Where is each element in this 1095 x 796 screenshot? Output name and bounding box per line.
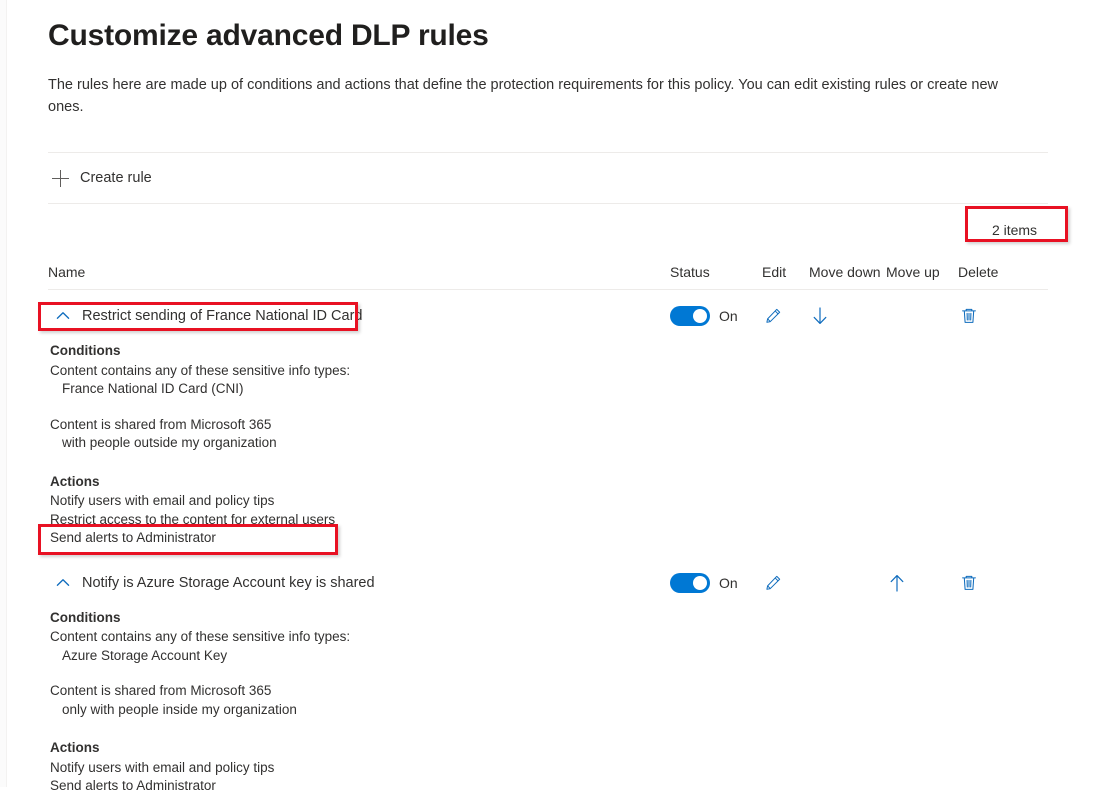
items-count: 2 items [963, 212, 1066, 248]
condition-line: Content contains any of these sensitive … [50, 628, 1048, 647]
rule-move-up-cell [886, 301, 958, 331]
move-down-button[interactable] [809, 305, 831, 327]
trash-icon [960, 574, 978, 592]
action-line: Notify users with email and policy tips [50, 492, 1048, 511]
rule-name-label: Notify is Azure Storage Account key is s… [82, 575, 375, 591]
rule-delete-cell [958, 568, 1012, 598]
trash-icon [960, 307, 978, 325]
dlp-rules-page: Customize advanced DLP rules The rules h… [48, 0, 1048, 796]
actions-heading: Actions [50, 473, 1048, 492]
rule-name-cell: Notify is Azure Storage Account key is s… [48, 568, 670, 598]
condition-line: Content is shared from Microsoft 365 [50, 416, 1048, 435]
column-header-move-down: Move down [809, 264, 886, 280]
toggle-knob [693, 576, 707, 590]
pencil-icon [764, 574, 782, 592]
spacer [50, 399, 1048, 416]
toggle-knob [693, 309, 707, 323]
rule-expander-toggle[interactable]: Restrict sending of France National ID C… [48, 305, 372, 327]
rule-details: Conditions Content contains any of these… [48, 604, 1048, 796]
delete-button[interactable] [958, 572, 980, 594]
chevron-up-icon [56, 576, 70, 590]
table-header-row: Name Status Edit Move down Move up Delet… [48, 250, 1048, 280]
condition-line: Azure Storage Account Key [50, 647, 1048, 666]
rule-delete-cell [958, 301, 1012, 331]
rule-name-cell: Restrict sending of France National ID C… [48, 301, 670, 331]
action-line: Send alerts to Administrator [50, 529, 1048, 548]
items-count-row: 2 items [48, 204, 1048, 250]
conditions-heading: Conditions [50, 609, 1048, 628]
action-line: Restrict access to the content for exter… [50, 511, 1048, 530]
delete-button[interactable] [958, 305, 980, 327]
rule-move-down-cell [809, 568, 886, 598]
rules-table: Name Status Edit Move down Move up Delet… [48, 250, 1048, 796]
condition-line: Content is shared from Microsoft 365 [50, 682, 1048, 701]
column-header-delete: Delete [958, 264, 1012, 280]
page-description: The rules here are made up of conditions… [48, 54, 1023, 118]
column-header-move-up: Move up [886, 264, 958, 280]
rule-move-down-cell [809, 301, 886, 331]
condition-line: France National ID Card (CNI) [50, 380, 1048, 399]
table-row: Notify is Azure Storage Account key is s… [48, 568, 1048, 604]
table-row: Restrict sending of France National ID C… [48, 301, 1048, 337]
move-up-button[interactable] [886, 572, 908, 594]
column-header-name: Name [48, 264, 670, 280]
plus-icon [52, 170, 69, 187]
rule-name-label: Restrict sending of France National ID C… [82, 308, 362, 324]
rule-move-up-cell [886, 568, 958, 598]
edit-button[interactable] [762, 572, 784, 594]
action-line: Send alerts to Administrator [50, 777, 1048, 796]
rule-status-cell: On [670, 301, 762, 331]
rule-details: Conditions Content contains any of these… [48, 337, 1048, 548]
column-header-status: Status [670, 264, 762, 280]
spacer [50, 665, 1048, 682]
left-edge-strip [0, 0, 7, 787]
actions-heading: Actions [50, 739, 1048, 758]
condition-line: with people outside my organization [50, 434, 1048, 453]
rule-expander-toggle[interactable]: Notify is Azure Storage Account key is s… [48, 572, 385, 594]
column-header-edit: Edit [762, 264, 809, 280]
action-line: Notify users with email and policy tips [50, 759, 1048, 778]
rule-status-cell: On [670, 568, 762, 598]
condition-line: Content contains any of these sensitive … [50, 362, 1048, 381]
command-bar: Create rule [48, 153, 1048, 203]
arrow-down-icon [811, 306, 829, 326]
chevron-up-icon [56, 309, 70, 323]
rule-edit-cell [762, 301, 809, 331]
status-toggle[interactable] [670, 573, 710, 593]
conditions-heading: Conditions [50, 342, 1048, 361]
create-rule-button[interactable]: Create rule [48, 160, 160, 196]
status-label: On [719, 308, 738, 324]
edit-button[interactable] [762, 305, 784, 327]
condition-line: only with people inside my organization [50, 701, 1048, 720]
pencil-icon [764, 307, 782, 325]
create-rule-label: Create rule [80, 170, 152, 186]
rule-edit-cell [762, 568, 809, 598]
status-label: On [719, 575, 738, 591]
arrow-up-icon [888, 573, 906, 593]
page-title: Customize advanced DLP rules [48, 0, 1048, 54]
status-toggle[interactable] [670, 306, 710, 326]
divider-below-table-header [48, 289, 1048, 290]
